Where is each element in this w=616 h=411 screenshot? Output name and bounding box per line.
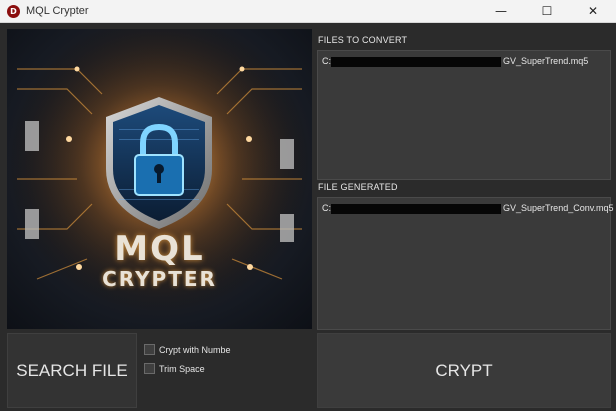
window-title: MQL Crypter: [26, 5, 89, 17]
close-icon: ✕: [587, 4, 599, 18]
files-to-convert-field[interactable]: C: GV_SuperTrend.mq5: [317, 50, 611, 180]
files-to-convert-path: C: GV_SuperTrend.mq5: [322, 56, 588, 67]
trim-space-option[interactable]: Trim Space: [144, 363, 205, 374]
file-generated-filename: GV_SuperTrend_Conv.mq5: [503, 203, 614, 213]
close-button[interactable]: ✕: [570, 0, 616, 22]
redacted-block: [331, 56, 501, 67]
main-area: MQL CRYPTER FILES TO CONVERT C: GV_SuperT…: [0, 23, 616, 411]
crypt-with-number-checkbox[interactable]: [144, 344, 155, 355]
trim-space-checkbox[interactable]: [144, 363, 155, 374]
trim-space-label: Trim Space: [159, 363, 205, 374]
logo-image: MQL CRYPTER: [7, 29, 312, 329]
files-to-convert-prefix: C:: [322, 56, 331, 66]
file-generated-path: C: GV_SuperTrend_Conv.mq5: [322, 203, 614, 214]
file-generated-label: FILE GENERATED: [318, 182, 398, 192]
files-to-convert-label: FILES TO CONVERT: [318, 35, 408, 45]
crypt-label: CRYPT: [435, 360, 493, 380]
search-file-button[interactable]: SEARCH FILE: [7, 333, 137, 408]
app-icon: D: [7, 4, 20, 18]
crypt-with-number-option[interactable]: Crypt with Numbe: [144, 344, 231, 355]
keyhole-slot: [157, 171, 161, 183]
maximize-icon: ☐: [541, 4, 553, 18]
search-file-label: SEARCH FILE: [16, 360, 128, 380]
maximize-button[interactable]: ☐: [524, 0, 570, 22]
file-generated-field[interactable]: C: GV_SuperTrend_Conv.mq5: [317, 197, 614, 330]
logo-title: MQL: [114, 229, 205, 269]
minimize-icon: —: [495, 4, 507, 18]
minimize-button[interactable]: —: [478, 0, 524, 22]
crypt-with-number-label: Crypt with Numbe: [159, 344, 231, 355]
app-icon-letter: D: [10, 6, 17, 16]
files-to-convert-filename: GV_SuperTrend.mq5: [503, 56, 589, 66]
logo-subtitle: CRYPTER: [102, 267, 217, 291]
window-controls: — ☐ ✕: [478, 0, 616, 22]
file-generated-prefix: C:: [322, 203, 331, 213]
title-bar: D MQL Crypter — ☐ ✕: [0, 0, 616, 23]
crypt-button[interactable]: CRYPT: [317, 333, 611, 408]
redacted-block: [331, 203, 501, 214]
